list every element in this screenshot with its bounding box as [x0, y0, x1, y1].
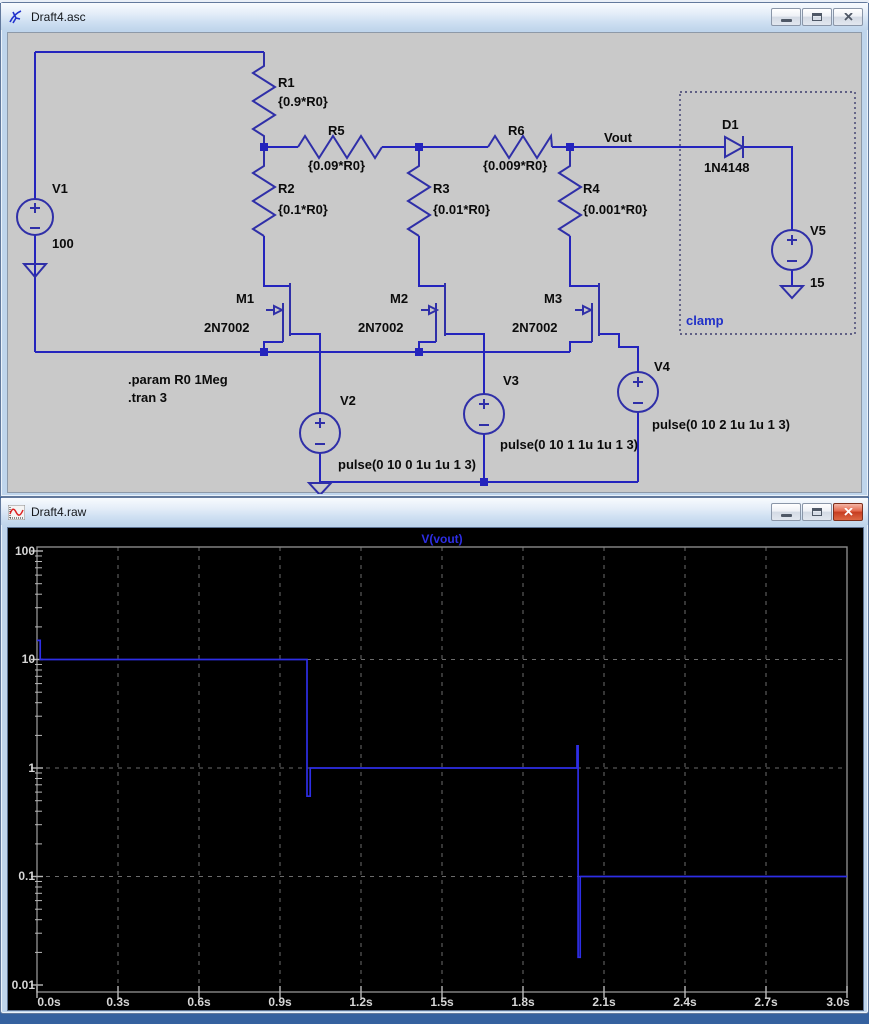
directive-tran[interactable]: .tran 3 — [128, 390, 167, 405]
label-v3-value[interactable]: pulse(0 10 1 1u 1u 1 3) — [500, 437, 638, 452]
resistor-r5[interactable] — [297, 134, 383, 160]
label-m1-name[interactable]: M1 — [236, 291, 254, 306]
label-r2-value[interactable]: {0.1*R0} — [278, 202, 328, 217]
label-r4-value[interactable]: {0.001*R0} — [583, 202, 647, 217]
label-v2-name[interactable]: V2 — [340, 393, 356, 408]
label-vout[interactable]: Vout — [604, 130, 633, 145]
label-m1-value[interactable]: 2N7002 — [204, 320, 250, 335]
label-v3-name[interactable]: V3 — [503, 373, 519, 388]
mosfet-m1[interactable] — [266, 283, 291, 342]
label-r4-name[interactable]: R4 — [583, 181, 600, 196]
resistor-r3[interactable] — [406, 147, 432, 237]
label-r1-value[interactable]: {0.9*R0} — [278, 94, 328, 109]
window-title-raw: Draft4.raw — [31, 505, 87, 519]
source-v4[interactable] — [617, 371, 659, 413]
label-v2-value[interactable]: pulse(0 10 0 1u 1u 1 3) — [338, 457, 476, 472]
grid-lines — [37, 547, 847, 992]
maximize-button-raw[interactable] — [802, 503, 832, 521]
titlebar-asc[interactable]: Draft4.asc — [1, 3, 868, 30]
label-r3-name[interactable]: R3 — [433, 181, 450, 196]
close-icon — [843, 508, 853, 516]
label-d1-name[interactable]: D1 — [722, 117, 739, 132]
source-v1[interactable] — [16, 198, 54, 236]
minimize-icon — [780, 514, 792, 517]
resistor-r4[interactable] — [557, 147, 583, 237]
x-tick-label: 0.6s — [187, 995, 211, 1009]
label-d1-value[interactable]: 1N4148 — [704, 160, 750, 175]
close-button-asc[interactable] — [833, 8, 863, 26]
y-tick-label: 10 — [22, 652, 36, 666]
schematic-canvas[interactable]: R1 {0.9*R0} R5 {0.09*R0} R6 {0.009*R0} R… — [7, 32, 862, 494]
mosfet-m3[interactable] — [575, 283, 600, 342]
x-tick-label: 3.0s — [826, 995, 850, 1009]
x-tick-label: 0.3s — [106, 995, 130, 1009]
x-tick-label: 1.5s — [430, 995, 454, 1009]
waveform-plot[interactable]: V(vout) 100 10 1 0.1 0.01 0.0s 0.3s 0.6s… — [7, 527, 864, 1011]
trace-title[interactable]: V(vout) — [421, 532, 462, 546]
label-r5-name[interactable]: R5 — [328, 123, 345, 138]
label-v4-name[interactable]: V4 — [654, 359, 671, 374]
waveform-icon — [8, 504, 25, 520]
y-tick-label: 1 — [28, 761, 35, 775]
y-tick-label: 0.01 — [12, 978, 36, 992]
x-tick-label: 1.8s — [511, 995, 535, 1009]
x-tick-label: 0.0s — [37, 995, 61, 1009]
maximize-button-asc[interactable] — [802, 8, 832, 26]
label-v1-value[interactable]: 100 — [52, 236, 74, 251]
label-v5-value[interactable]: 15 — [810, 275, 824, 290]
minimize-icon — [780, 19, 792, 22]
x-tick-label: 2.4s — [673, 995, 697, 1009]
window-draft4-raw: Draft4.raw V(vout) 100 10 1 0.1 0.01 0.0… — [0, 497, 869, 1014]
close-button-raw[interactable] — [833, 503, 863, 521]
x-tick-label: 2.1s — [592, 995, 616, 1009]
resistor-r2[interactable] — [251, 147, 277, 237]
label-clamp[interactable]: clamp — [686, 313, 724, 328]
label-v5-name[interactable]: V5 — [810, 223, 826, 238]
label-r1-name[interactable]: R1 — [278, 75, 295, 90]
label-r6-name[interactable]: R6 — [508, 123, 525, 138]
source-v3[interactable] — [463, 393, 505, 435]
diode-d1[interactable] — [724, 135, 746, 159]
label-m2-name[interactable]: M2 — [390, 291, 408, 306]
label-v1-name[interactable]: V1 — [52, 181, 68, 196]
minimize-button-raw[interactable] — [771, 503, 801, 521]
label-m3-value[interactable]: 2N7002 — [512, 320, 558, 335]
minimize-button-asc[interactable] — [771, 8, 801, 26]
source-v5[interactable] — [771, 229, 813, 271]
x-tick-label: 1.2s — [349, 995, 373, 1009]
directive-param[interactable]: .param R0 1Meg — [128, 372, 228, 387]
resistor-r1[interactable] — [251, 52, 277, 147]
resistor-r6[interactable] — [487, 132, 553, 160]
label-r5-value[interactable]: {0.09*R0} — [308, 158, 365, 173]
window-title-asc: Draft4.asc — [31, 10, 86, 24]
close-icon — [843, 13, 853, 21]
ltspice-schematic-icon — [8, 9, 25, 25]
label-r6-value[interactable]: {0.009*R0} — [483, 158, 547, 173]
label-r3-value[interactable]: {0.01*R0} — [433, 202, 490, 217]
y-tick-label: 100 — [15, 544, 35, 558]
y-tick-label: 0.1 — [18, 869, 35, 883]
window-draft4-asc: Draft4.asc R1 {0.9*R0} R5 {0.09*R0} R6 {… — [0, 2, 869, 497]
label-m2-value[interactable]: 2N7002 — [358, 320, 404, 335]
maximize-icon — [812, 508, 822, 516]
label-v4-value[interactable]: pulse(0 10 2 1u 1u 1 3) — [652, 417, 790, 432]
source-v2[interactable] — [299, 412, 341, 454]
label-m3-name[interactable]: M3 — [544, 291, 562, 306]
x-tick-label: 0.9s — [268, 995, 292, 1009]
x-tick-label: 2.7s — [754, 995, 778, 1009]
maximize-icon — [812, 13, 822, 21]
titlebar-raw[interactable]: Draft4.raw — [1, 498, 868, 525]
label-r2-name[interactable]: R2 — [278, 181, 295, 196]
mosfet-m2[interactable] — [421, 283, 446, 342]
clamp-annotation-box[interactable] — [679, 91, 856, 335]
